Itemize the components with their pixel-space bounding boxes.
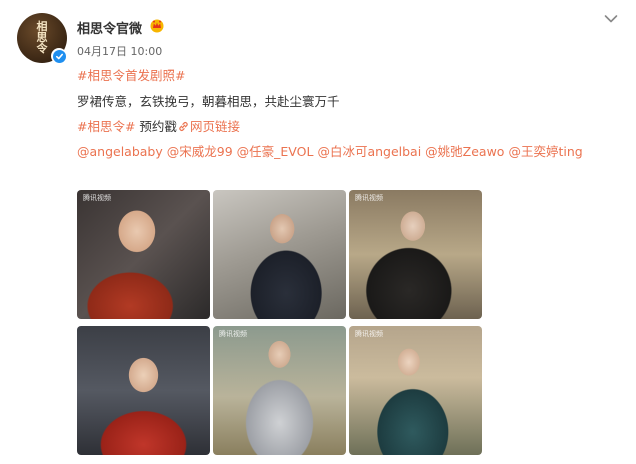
- topic-hashtag-link[interactable]: #相思令#: [77, 119, 135, 134]
- photo-thumbnail[interactable]: 腾讯视频: [77, 190, 210, 319]
- mention-link[interactable]: @王奕婷ting: [508, 144, 582, 159]
- photo-thumbnail[interactable]: [213, 190, 346, 319]
- username[interactable]: 相思令官微: [77, 18, 142, 37]
- post-timestamp[interactable]: 04月17日 10:00: [77, 43, 162, 59]
- photo-watermark: 腾讯视频: [355, 194, 383, 202]
- hashtag-link[interactable]: #相思令首发剧照#: [77, 65, 185, 84]
- photo-thumbnail[interactable]: 腾讯视频: [213, 326, 346, 455]
- web-link-label[interactable]: 网页链接: [190, 119, 240, 134]
- verified-badge-icon: [51, 48, 67, 64]
- post-body-text: 罗裙传意，玄铁挽弓，朝暮相思，共赴尘寰万千: [77, 94, 340, 109]
- mention-link[interactable]: @姚弛Zeawo: [425, 144, 504, 159]
- mention-link[interactable]: @任豪_EVOL: [237, 144, 314, 159]
- mention-link[interactable]: @angelababy: [77, 144, 163, 159]
- photo-thumbnail[interactable]: 腾讯视频: [349, 326, 482, 455]
- mentions-line: @angelababy @宋威龙99 @任豪_EVOL @白冰可angelbai…: [77, 141, 583, 160]
- link-icon: [179, 122, 188, 131]
- photo-watermark: 腾讯视频: [83, 194, 111, 202]
- reserve-text[interactable]: 预约戳: [135, 119, 177, 134]
- vip-crown-icon[interactable]: [149, 18, 165, 33]
- mention-link[interactable]: @白冰可angelbai: [317, 144, 421, 159]
- photo-watermark: 腾讯视频: [355, 330, 383, 338]
- photo-thumbnail[interactable]: 腾讯视频: [349, 190, 482, 319]
- chevron-down-icon[interactable]: [604, 9, 618, 23]
- photo-thumbnail[interactable]: [77, 326, 210, 455]
- web-link[interactable]: 网页链接: [177, 119, 240, 134]
- photo-watermark: 腾讯视频: [219, 330, 247, 338]
- mention-link[interactable]: @宋威龙99: [167, 144, 233, 159]
- topic-line: #相思令# 预约戳 网页链接: [77, 116, 240, 135]
